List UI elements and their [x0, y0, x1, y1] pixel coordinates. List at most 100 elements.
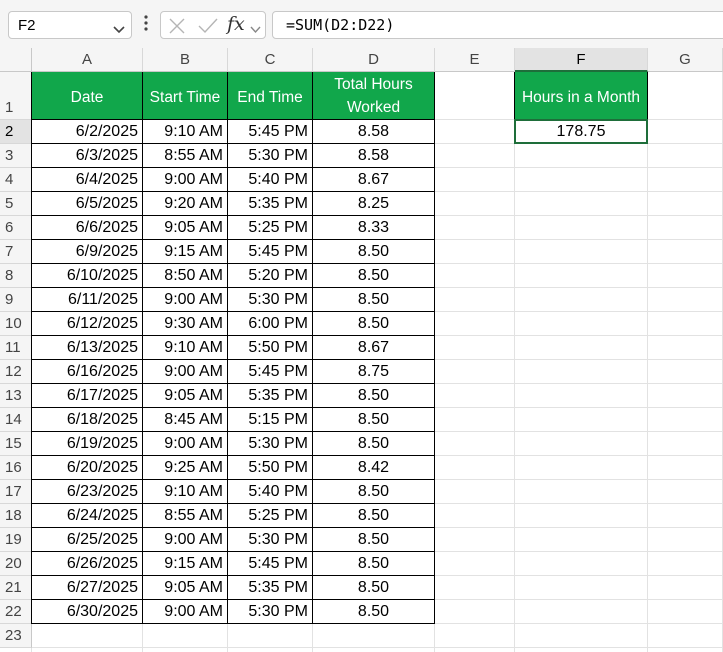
column-header-f[interactable]: F [515, 48, 648, 72]
cell-total-hours[interactable]: 8.50 [313, 240, 435, 264]
cell-end-time[interactable]: 5:35 PM [228, 576, 313, 600]
cell-end-time[interactable]: 5:35 PM [228, 192, 313, 216]
row-header-13[interactable]: 13 [0, 384, 32, 408]
cell-total-hours[interactable]: 8.58 [313, 120, 435, 144]
row-header-6[interactable]: 6 [0, 216, 32, 240]
cell-date[interactable]: 6/27/2025 [32, 576, 143, 600]
row-header-18[interactable]: 18 [0, 504, 32, 528]
more-options-icon[interactable] [144, 14, 148, 37]
cell-end-time[interactable]: 5:30 PM [228, 528, 313, 552]
row-header-1[interactable]: 1 [0, 72, 32, 120]
cell-total-hours[interactable]: 8.58 [313, 144, 435, 168]
cell-total-hours[interactable]: 8.50 [313, 408, 435, 432]
cell-start-time[interactable]: 9:25 AM [143, 456, 228, 480]
row-header-11[interactable]: 11 [0, 336, 32, 360]
cell-end-time[interactable]: 5:45 PM [228, 360, 313, 384]
cell-start-time[interactable]: 9:10 AM [143, 480, 228, 504]
cell-start-time[interactable]: 8:55 AM [143, 144, 228, 168]
chevron-down-icon[interactable] [250, 21, 261, 39]
cell-date[interactable]: 6/4/2025 [32, 168, 143, 192]
cell-start-time[interactable]: 9:00 AM [143, 168, 228, 192]
row-header-8[interactable]: 8 [0, 264, 32, 288]
cell-date[interactable]: 6/25/2025 [32, 528, 143, 552]
row-header-4[interactable]: 4 [0, 168, 32, 192]
header-total-hours[interactable]: Total Hours Worked [313, 72, 435, 120]
row-header-15[interactable]: 15 [0, 432, 32, 456]
select-all-corner[interactable] [0, 48, 32, 72]
cell-start-time[interactable]: 9:00 AM [143, 432, 228, 456]
cell-date[interactable]: 6/20/2025 [32, 456, 143, 480]
cell-hours-in-month-value[interactable]: 178.75 [515, 120, 648, 144]
row-header-7[interactable]: 7 [0, 240, 32, 264]
cell-start-time[interactable]: 8:55 AM [143, 504, 228, 528]
cell-end-time[interactable]: 5:25 PM [228, 504, 313, 528]
cell-end-time[interactable]: 5:25 PM [228, 216, 313, 240]
cell-total-hours[interactable]: 8.50 [313, 312, 435, 336]
row-header-19[interactable]: 19 [0, 528, 32, 552]
cell-total-hours[interactable]: 8.50 [313, 288, 435, 312]
cell-total-hours[interactable]: 8.50 [313, 264, 435, 288]
row-header-2[interactable]: 2 [0, 120, 32, 144]
header-end-time[interactable]: End Time [228, 72, 313, 120]
cell-total-hours[interactable]: 8.25 [313, 192, 435, 216]
chevron-down-icon[interactable] [113, 21, 125, 39]
name-box[interactable]: F2 [8, 11, 132, 39]
row-header-20[interactable]: 20 [0, 552, 32, 576]
row-header-9[interactable]: 9 [0, 288, 32, 312]
cell-end-time[interactable]: 5:50 PM [228, 456, 313, 480]
cell-start-time[interactable]: 9:30 AM [143, 312, 228, 336]
cell-total-hours[interactable]: 8.50 [313, 528, 435, 552]
cell-start-time[interactable]: 9:00 AM [143, 360, 228, 384]
column-header-b[interactable]: B [143, 48, 228, 72]
cell-end-time[interactable]: 5:35 PM [228, 384, 313, 408]
cell-date[interactable]: 6/16/2025 [32, 360, 143, 384]
cell-date[interactable]: 6/23/2025 [32, 480, 143, 504]
cell-date[interactable]: 6/2/2025 [32, 120, 143, 144]
cell-date[interactable]: 6/17/2025 [32, 384, 143, 408]
cell-total-hours[interactable]: 8.50 [313, 432, 435, 456]
cell-total-hours[interactable]: 8.50 [313, 576, 435, 600]
cell-end-time[interactable]: 5:20 PM [228, 264, 313, 288]
cell-end-time[interactable]: 6:00 PM [228, 312, 313, 336]
cell-start-time[interactable]: 8:45 AM [143, 408, 228, 432]
cell-end-time[interactable]: 5:40 PM [228, 168, 313, 192]
cell-start-time[interactable]: 9:00 AM [143, 600, 228, 624]
column-header-g[interactable]: G [648, 48, 723, 72]
cell-end-time[interactable]: 5:40 PM [228, 480, 313, 504]
cell-start-time[interactable]: 9:15 AM [143, 240, 228, 264]
row-header-16[interactable]: 16 [0, 456, 32, 480]
cell-start-time[interactable]: 9:05 AM [143, 576, 228, 600]
cell-total-hours[interactable]: 8.42 [313, 456, 435, 480]
cell-end-time[interactable]: 5:45 PM [228, 552, 313, 576]
column-header-d[interactable]: D [313, 48, 435, 72]
header-date[interactable]: Date [32, 72, 143, 120]
cell-end-time[interactable]: 5:15 PM [228, 408, 313, 432]
cell-date[interactable]: 6/10/2025 [32, 264, 143, 288]
cell-date[interactable]: 6/12/2025 [32, 312, 143, 336]
cell-date[interactable]: 6/18/2025 [32, 408, 143, 432]
insert-function-button[interactable]: fx [227, 13, 245, 35]
cell-start-time[interactable]: 9:05 AM [143, 384, 228, 408]
row-header-23[interactable]: 23 [0, 624, 32, 648]
cell-total-hours[interactable]: 8.50 [313, 504, 435, 528]
cell-end-time[interactable]: 5:30 PM [228, 600, 313, 624]
column-header-a[interactable]: A [32, 48, 143, 72]
row-header-22[interactable]: 22 [0, 600, 32, 624]
cell-total-hours[interactable]: 8.50 [313, 480, 435, 504]
cell-end-time[interactable]: 5:45 PM [228, 120, 313, 144]
cell-date[interactable]: 6/26/2025 [32, 552, 143, 576]
cell-date[interactable]: 6/19/2025 [32, 432, 143, 456]
cell-end-time[interactable]: 5:50 PM [228, 336, 313, 360]
cell-total-hours[interactable]: 8.50 [313, 600, 435, 624]
cell-start-time[interactable]: 9:00 AM [143, 528, 228, 552]
row-header-5[interactable]: 5 [0, 192, 32, 216]
cell-date[interactable]: 6/9/2025 [32, 240, 143, 264]
cell-start-time[interactable]: 9:15 AM [143, 552, 228, 576]
row-header-21[interactable]: 21 [0, 576, 32, 600]
formula-input[interactable]: =SUM(D2:D22) [272, 11, 723, 39]
header-hours-in-month[interactable]: Hours in a Month [515, 72, 648, 120]
cell-date[interactable]: 6/24/2025 [32, 504, 143, 528]
cell-start-time[interactable]: 9:10 AM [143, 120, 228, 144]
column-header-c[interactable]: C [228, 48, 313, 72]
cancel-icon[interactable] [168, 17, 186, 40]
